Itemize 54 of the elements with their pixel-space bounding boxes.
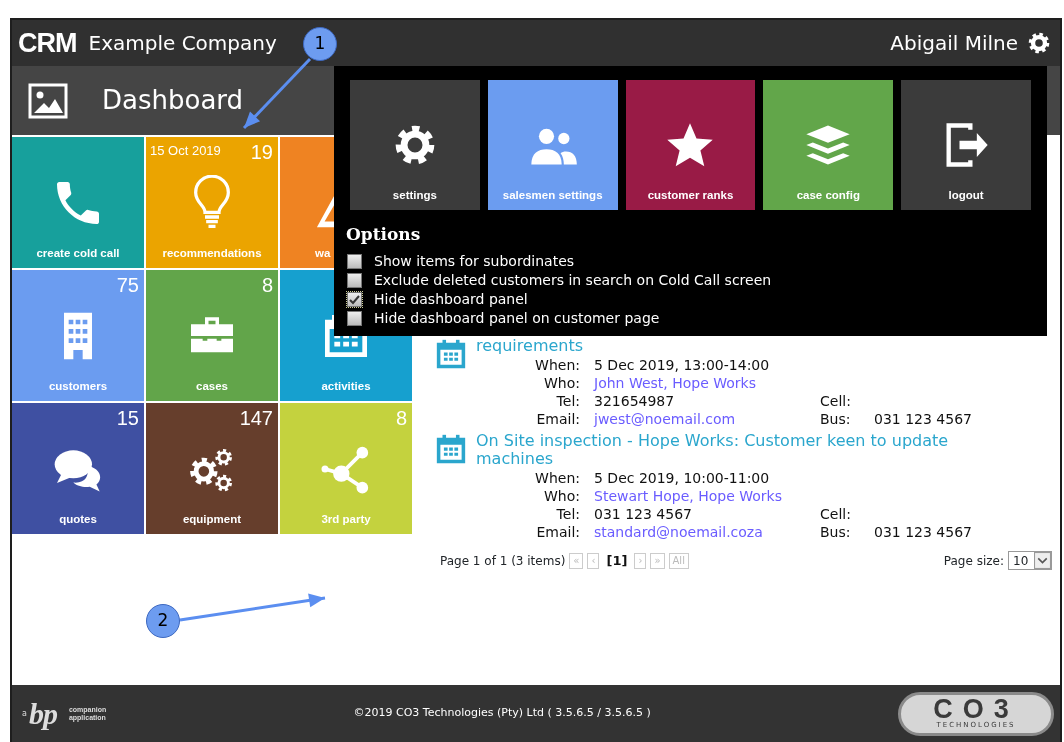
logo-text: a (22, 707, 27, 720)
field-label: Email: (535, 410, 580, 428)
page-size-label: Page size: (943, 552, 1004, 570)
tile-count: 147 (239, 406, 273, 431)
tile-label: customer ranks (647, 187, 734, 203)
option-label: Exclude deleted customers in search on Cold Call screen (374, 270, 772, 290)
tile-label: 3rd party (321, 511, 371, 527)
tile-count: 75 (116, 273, 139, 298)
tile-label: settings (392, 187, 437, 203)
page-title: Dashboard (102, 84, 244, 117)
field-label: Who: (543, 487, 580, 505)
field-label: Cell: (820, 392, 852, 410)
copyright-text: ©2019 CO3 Technologies (Pty) Ltd ( 3.5.6.5 / 3.5.6.5 ) (353, 705, 651, 722)
tile-label: equipment (182, 511, 242, 527)
tile-label: wa (315, 245, 331, 261)
field-value: 321654987 (594, 392, 676, 410)
pager-summary: Page 1 of 1 (3 items) (440, 552, 566, 570)
option-label: Show items for subordinates (374, 251, 575, 271)
field-label: Email: (535, 523, 580, 541)
tile-label: salesmen settings (502, 187, 603, 203)
tile-label: case config (796, 187, 860, 203)
tile-label: quotes (59, 511, 97, 527)
logo-mark: bp (28, 696, 58, 732)
field-label: When: (534, 469, 580, 487)
tile-label: recommendations (162, 245, 262, 261)
tile-count: 15 (116, 406, 139, 431)
logo-mark: CO3 (933, 697, 1019, 721)
option-label: Hide dashboard panel (374, 289, 528, 309)
field-value: 031 123 4567 (874, 523, 973, 541)
annotation-marker: 2 (146, 604, 180, 638)
tile-label: activities (321, 378, 371, 394)
crm-logo: CRM (18, 29, 77, 57)
tile-count: 8 (395, 406, 407, 431)
company-name: Example Company (88, 30, 277, 57)
field-value: 031 123 4567 (594, 505, 693, 523)
tile-label: customers (48, 378, 108, 394)
field-label: Tel: (555, 505, 580, 523)
tile-count: 8 (261, 273, 273, 298)
tile-label: logout (948, 187, 984, 203)
field-label: Bus: (820, 523, 852, 541)
field-label: Bus: (820, 410, 852, 428)
tile-date: 15 Oct 2019 (150, 142, 221, 160)
field-label: Cell: (820, 505, 852, 523)
field-value: 031 123 4567 (874, 410, 973, 428)
tile-count: 19 (250, 140, 273, 165)
tile-label: cases (196, 378, 228, 394)
field-value: 5 Dec 2019, 10:00-11:00 (594, 469, 771, 487)
options-heading: Options (346, 223, 422, 246)
field-label: When: (534, 356, 580, 374)
field-value: 5 Dec 2019, 13:00-14:00 (594, 356, 771, 374)
field-label: Who: (543, 374, 580, 392)
option-label: Hide dashboard panel on customer page (374, 308, 660, 328)
field-label: Tel: (555, 392, 580, 410)
tile-label: create cold call (36, 245, 120, 261)
